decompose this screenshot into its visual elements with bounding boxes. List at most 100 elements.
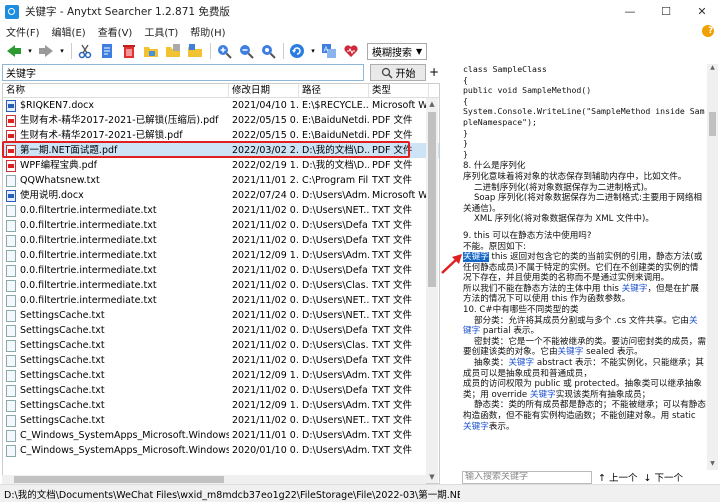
table-row[interactable]: 0.0.filtertrie.intermediate.txt 2021/11/0… xyxy=(3,233,439,248)
table-row[interactable]: 使用说明.docx 2022/07/24 0... D:\Users\Adm... M… xyxy=(3,188,439,203)
maximize-button[interactable]: ☐ xyxy=(648,0,684,23)
keyword-match: 关键字 xyxy=(463,421,489,432)
cell-type: TXT 文件 xyxy=(372,310,412,321)
keyword-highlight: 关键字 xyxy=(463,252,489,263)
preview-scrollbar[interactable]: ▲ ▼ xyxy=(707,64,718,470)
cut-icon[interactable] xyxy=(75,42,95,60)
menu-edit[interactable]: 编辑(E) xyxy=(46,24,92,39)
open-folder2-icon[interactable] xyxy=(163,42,183,60)
preview-text: 10. C#中有哪些不同类型的类 部分类：允许将其成员分割或与多个 .cs 文件… xyxy=(463,305,689,326)
file-name: QQWhatsnew.txt xyxy=(20,175,100,186)
cell-name: SettingsCache.txt xyxy=(3,353,229,368)
search-row: 开始 + xyxy=(2,64,440,82)
minimize-button[interactable]: — xyxy=(612,0,648,23)
keyword-match: 关键字 xyxy=(508,358,535,369)
scroll-up-icon[interactable]: ▲ xyxy=(426,98,438,110)
back-icon[interactable] xyxy=(4,42,24,60)
file-name: WPF编程宝典.pdf xyxy=(20,160,98,171)
table-row[interactable]: WPF编程宝典.pdf 2022/02/19 1... D:\我的文档\D... PD… xyxy=(3,158,439,173)
zoom-reset-icon[interactable] xyxy=(258,42,278,60)
preview-text: 9. this 可以在静态方法中使用吗? 不能。原因如下: xyxy=(463,230,592,252)
column-header-path[interactable]: 路径 xyxy=(299,84,369,97)
scroll-down-icon[interactable]: ▼ xyxy=(426,471,438,483)
cell-type: TXT 文件 xyxy=(372,400,412,411)
table-row[interactable]: C_Windows_SystemApps_Microsoft.Windows.C… xyxy=(3,428,439,443)
next-match-button[interactable]: ↓ 下一个 xyxy=(644,470,684,484)
cell-name: QQWhatsnew.txt xyxy=(3,173,229,188)
table-row[interactable]: SettingsCache.txt 2021/12/09 1... D:\Users… xyxy=(3,368,439,383)
refresh-icon[interactable] xyxy=(287,42,307,60)
table-row[interactable]: 0.0.filtertrie.intermediate.txt 2021/11/0… xyxy=(3,203,439,218)
prev-match-button[interactable]: ↑ 上一个 xyxy=(598,470,638,484)
table-row[interactable]: 0.0.filtertrie.intermediate.txt 2021/11/0… xyxy=(3,293,439,308)
table-row[interactable]: $RIQKEN7.docx 2021/04/10 1... E:\$RECYCLE.… xyxy=(3,98,439,113)
start-search-label: 开始 xyxy=(395,69,416,80)
scroll-down-icon[interactable]: ▼ xyxy=(707,460,718,470)
zoom-in-icon[interactable] xyxy=(214,42,234,60)
copy-path-icon[interactable] xyxy=(185,42,205,60)
cell-date: 2021/11/02 0... xyxy=(232,220,299,231)
cell-date: 2021/11/02 0... xyxy=(232,415,299,426)
table-row[interactable]: SettingsCache.txt 2021/11/02 0... D:\Users… xyxy=(3,308,439,323)
table-row[interactable]: 0.0.filtertrie.intermediate.txt 2021/12/0… xyxy=(3,248,439,263)
app-icon xyxy=(5,4,19,19)
menu-help[interactable]: 帮助(H) xyxy=(184,24,231,39)
table-row[interactable]: C_Windows_SystemApps_Microsoft.Windows.C… xyxy=(3,443,439,458)
highlight-box xyxy=(2,141,410,158)
keyword-match: 关键字 xyxy=(557,347,584,358)
scroll-thumb[interactable] xyxy=(709,112,716,136)
scroll-thumb[interactable] xyxy=(428,112,436,287)
search-mode-select[interactable]: 模糊搜索 ▼ xyxy=(367,42,428,60)
translate-icon[interactable]: A xyxy=(319,42,339,60)
results-scrollbar[interactable]: ▲ ▼ xyxy=(426,98,438,483)
doc-file-icon xyxy=(6,189,16,202)
scroll-up-icon[interactable]: ▲ xyxy=(707,64,718,74)
menu-tools[interactable]: 工具(T) xyxy=(138,24,184,39)
open-folder-icon[interactable] xyxy=(141,42,161,60)
delete-icon[interactable] xyxy=(119,42,139,60)
menu-file[interactable]: 文件(F) xyxy=(0,24,46,39)
status-path: D:\我的文档\Documents\WeChat Files\wxid_m8md… xyxy=(4,489,460,501)
column-header-name[interactable]: 名称 xyxy=(3,84,229,97)
zoom-out-icon[interactable] xyxy=(236,42,256,60)
forward-icon[interactable] xyxy=(36,42,56,60)
cell-name: 0.0.filtertrie.intermediate.txt xyxy=(3,233,229,248)
cell-type: TXT 文件 xyxy=(372,415,412,426)
cell-name: SettingsCache.txt xyxy=(3,368,229,383)
menu-view[interactable]: 查看(V) xyxy=(92,24,139,39)
hscroll-thumb[interactable] xyxy=(14,476,224,483)
table-row[interactable]: 0.0.filtertrie.intermediate.txt 2021/11/0… xyxy=(3,278,439,293)
column-header-type[interactable]: 类型 xyxy=(369,84,429,97)
table-row[interactable]: SettingsCache.txt 2021/12/09 1... D:\Users… xyxy=(3,398,439,413)
refresh-dropdown-icon[interactable]: ▾ xyxy=(309,42,317,60)
table-row[interactable]: SettingsCache.txt 2021/11/02 0... D:\Users… xyxy=(3,413,439,428)
table-row[interactable]: 0.0.filtertrie.intermediate.txt 2021/11/0… xyxy=(3,263,439,278)
table-row[interactable]: QQWhatsnew.txt 2021/11/01 2... C:\Program … xyxy=(3,173,439,188)
close-button[interactable]: ✕ xyxy=(684,0,720,23)
help-icon[interactable]: ? xyxy=(702,25,714,37)
copy-icon[interactable] xyxy=(97,42,117,60)
table-row[interactable]: SettingsCache.txt 2021/11/02 0... D:\Users… xyxy=(3,353,439,368)
column-header-date[interactable]: 修改日期 xyxy=(229,84,299,97)
results-hscrollbar[interactable] xyxy=(2,475,426,484)
back-dropdown-icon[interactable]: ▾ xyxy=(26,42,34,60)
table-row[interactable]: SettingsCache.txt 2021/11/02 0... D:\Users… xyxy=(3,323,439,338)
toolbar-separator xyxy=(210,43,211,59)
pdf-file-icon xyxy=(6,114,16,127)
table-row[interactable]: 生财有术-精华2017-2021-已解锁(压缩后).pdf 2022/05/15 … xyxy=(3,113,439,128)
file-name: 使用说明.docx xyxy=(20,190,84,201)
table-row[interactable]: SettingsCache.txt 2021/11/02 0... D:\Users… xyxy=(3,383,439,398)
search-input[interactable] xyxy=(2,64,364,81)
next-match-label: 下一个 xyxy=(654,473,683,484)
cell-path: D:\Users\Adm... xyxy=(302,370,369,381)
table-row[interactable]: SettingsCache.txt 2021/11/02 0... D:\Users… xyxy=(3,338,439,353)
preview-search-input[interactable]: 输入搜索关键字 xyxy=(462,470,592,484)
cell-date: 2021/11/02 0... xyxy=(232,340,299,351)
forward-dropdown-icon[interactable]: ▾ xyxy=(58,42,66,60)
heart-icon[interactable] xyxy=(341,42,361,60)
txt-file-icon xyxy=(6,429,16,442)
start-search-button[interactable]: 开始 xyxy=(370,64,426,81)
table-row[interactable]: 0.0.filtertrie.intermediate.txt 2021/11/0… xyxy=(3,218,439,233)
add-search-tab-button[interactable]: + xyxy=(428,64,440,81)
cell-date: 2021/12/09 1... xyxy=(232,370,299,381)
